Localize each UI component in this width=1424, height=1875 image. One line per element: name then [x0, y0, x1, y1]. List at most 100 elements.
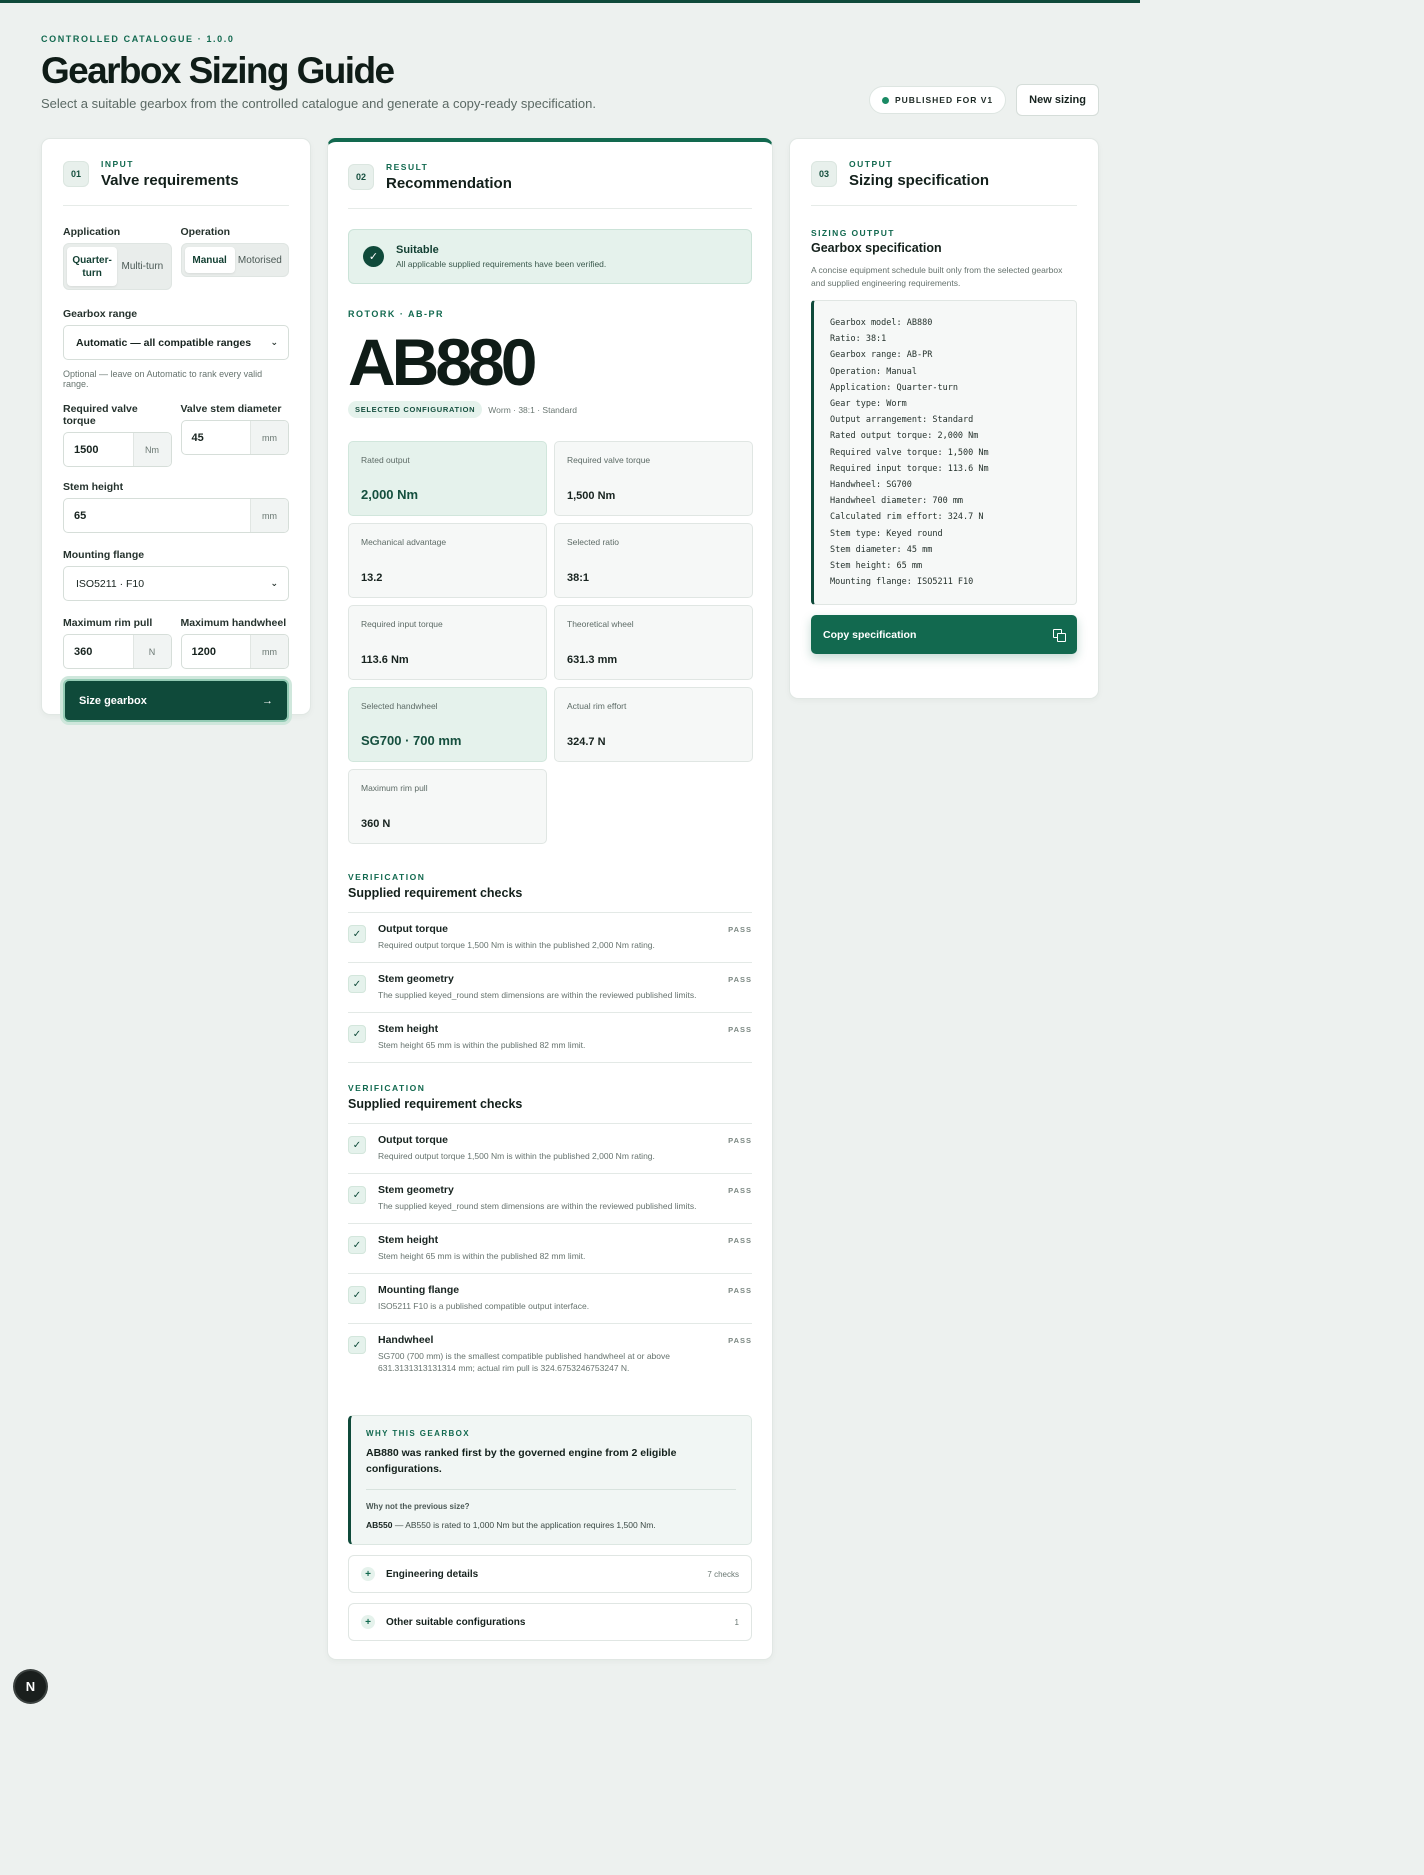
accordion-label: Other suitable configurations [386, 1616, 526, 1628]
check-status: PASS [728, 1025, 752, 1034]
check-stem-height: ✓ Stem height Stem height 65 mm is within… [348, 1224, 752, 1274]
metric-value: 13.2 [361, 572, 383, 584]
why-answer: AB550 — AB550 is rated to 1,000 Nm but t… [366, 1520, 736, 1530]
mounting-flange-value: ISO5211 · F10 [76, 577, 145, 590]
accordion-count: 7 checks [707, 1569, 739, 1579]
copy-specification-button[interactable]: Copy specification [811, 615, 1077, 654]
check-icon: ✓ [348, 1336, 366, 1354]
metric-selected-handwheel: Selected handwheel SG700 · 700 mm [348, 687, 547, 762]
metric-label: Selected ratio [567, 537, 619, 547]
mounting-flange-select[interactable]: ISO5211 · F10 ⌄ [63, 566, 289, 601]
metric-value: SG700 · 700 mm [361, 733, 462, 748]
operation-toggle: Manual Motorised [180, 243, 289, 277]
check-stem-height: ✓ Stem height Stem height 65 mm is within… [348, 1013, 752, 1063]
application-operation-row: Application Quarter-turn Multi-turn Oper… [63, 226, 289, 290]
torque-diameter-row: Required valve torque 1500 Nm Valve stem… [63, 403, 289, 467]
handwheel-label: Maximum handwheel [180, 617, 287, 629]
brand-range-line: ROTORK · AB-PR [348, 309, 444, 319]
copy-icon [1053, 628, 1066, 642]
new-sizing-button[interactable]: New sizing [1016, 84, 1099, 116]
gearbox-range-hint: Optional — leave on Automatic to rank ev… [63, 369, 263, 389]
check-title: Stem height [378, 1234, 439, 1246]
application-toggle: Quarter-turn Multi-turn [63, 243, 172, 290]
check-output-torque: ✓ Output torque Required output torque 1,… [348, 913, 752, 963]
spec-line: Stem type: Keyed round [830, 528, 943, 539]
suitable-status-banner: ✓ Suitable All applicable supplied requi… [348, 229, 752, 284]
copy-specification-label: Copy specification [823, 628, 917, 641]
operation-label: Operation [180, 226, 231, 238]
application-option-quarter-turn[interactable]: Quarter-turn [67, 247, 118, 286]
metric-mechanical-advantage: Mechanical advantage 13.2 [348, 523, 547, 598]
check-status: PASS [728, 975, 752, 984]
check-description: Required output torque 1,500 Nm is withi… [378, 940, 655, 950]
stem-diameter-value[interactable]: 45 [182, 421, 251, 454]
check-stem-geometry: ✓ Stem geometry The supplied keyed_round … [348, 963, 752, 1013]
input-card: 01 INPUT Valve requirements Application … [41, 138, 311, 722]
torque-input[interactable]: 1500 Nm [63, 432, 172, 467]
spec-line: Required valve torque: 1,500 Nm [830, 447, 989, 458]
gearbox-range-label: Gearbox range [63, 308, 138, 320]
stem-height-value[interactable]: 65 [64, 499, 250, 532]
accordion-count: 1 [734, 1617, 739, 1627]
sizing-output-eyebrow: SIZING OUTPUT [811, 228, 895, 238]
spec-line: Gearbox range: AB-PR [830, 350, 933, 361]
check-title: Handwheel [378, 1334, 434, 1346]
why-this-gearbox-panel: WHY THIS GEARBOX AB880 was ranked first … [348, 1415, 752, 1545]
stem-height-unit: mm [250, 499, 288, 532]
accordion-label: Engineering details [386, 1568, 479, 1580]
check-circle-icon: ✓ [363, 246, 384, 267]
spec-line: Ratio: 38:1 [830, 334, 887, 345]
rim-pull-value[interactable]: 360 [64, 635, 133, 668]
divider [366, 1489, 736, 1490]
check-icon: ✓ [348, 1186, 366, 1204]
stem-diameter-input[interactable]: 45 mm [180, 420, 289, 455]
spec-line: Rated output torque: 2,000 Nm [830, 431, 979, 442]
handwheel-value[interactable]: 1200 [182, 635, 251, 668]
engineering-details-accordion[interactable]: + Engineering details 7 checks [348, 1555, 752, 1593]
metric-value: 324.7 N [567, 736, 606, 748]
spec-line: Handwheel: SG700 [830, 480, 912, 491]
torque-value[interactable]: 1500 [64, 433, 133, 466]
verification-section-2: VERIFICATION Supplied requirement checks… [348, 1083, 752, 1385]
card-title: Sizing specification [849, 172, 990, 189]
spec-line: Handwheel diameter: 700 mm [830, 496, 964, 507]
step-number: 02 [348, 164, 374, 190]
status-dot-icon [881, 96, 889, 104]
gearbox-range-select[interactable]: Automatic — all compatible ranges ⌄ [63, 325, 289, 360]
rim-pull-input[interactable]: 360 N [63, 634, 172, 669]
operation-option-manual[interactable]: Manual [184, 247, 235, 273]
verification-title: Supplied requirement checks [348, 886, 523, 900]
spec-line: Gear type: Worm [830, 399, 907, 410]
stem-diameter-label: Valve stem diameter [180, 403, 282, 415]
torque-unit: Nm [132, 433, 171, 466]
gearbox-specification-title: Gearbox specification [811, 241, 942, 255]
specification-description: A concise equipment schedule built only … [811, 265, 1063, 288]
top-accent-bar [0, 0, 1140, 3]
framework-badge-button[interactable]: N [15, 1671, 46, 1702]
check-title: Output torque [378, 1134, 448, 1146]
verification-eyebrow: VERIFICATION [348, 872, 426, 882]
check-icon: ✓ [348, 1286, 366, 1304]
catalogue-eyebrow: CONTROLLED CATALOGUE · 1.0.0 [41, 34, 235, 44]
rim-pull-unit: N [132, 635, 171, 668]
check-description: SG700 (700 mm) is the smallest compatibl… [378, 1351, 670, 1373]
spec-line: Operation: Manual [830, 366, 917, 377]
spec-line: Stem diameter: 45 mm [830, 544, 933, 555]
spec-line: Calculated rim effort: 324.7 N [830, 512, 984, 523]
metric-label: Required input torque [361, 619, 443, 629]
check-icon: ✓ [348, 1136, 366, 1154]
size-gearbox-button[interactable]: Size gearbox → [63, 679, 289, 722]
metric-maximum-rim-pull: Maximum rim pull 360 N [348, 769, 547, 844]
metric-label: Selected handwheel [361, 701, 438, 711]
stem-height-input[interactable]: 65 mm [63, 498, 289, 533]
check-output-torque: ✓ Output torque Required output torque 1,… [348, 1124, 752, 1174]
other-configurations-accordion[interactable]: + Other suitable configurations 1 [348, 1603, 752, 1641]
application-option-multi-turn[interactable]: Multi-turn [117, 247, 167, 286]
handwheel-input[interactable]: 1200 mm [180, 634, 289, 669]
metrics-grid: Rated output 2,000 Nm Required valve tor… [348, 441, 753, 844]
operation-option-motorised[interactable]: Motorised [235, 247, 285, 273]
check-status: PASS [728, 1136, 752, 1145]
check-stem-geometry: ✓ Stem geometry The supplied keyed_round … [348, 1174, 752, 1224]
spec-line: Mounting flange: ISO5211 F10 [830, 577, 974, 588]
check-title: Output torque [378, 923, 448, 935]
